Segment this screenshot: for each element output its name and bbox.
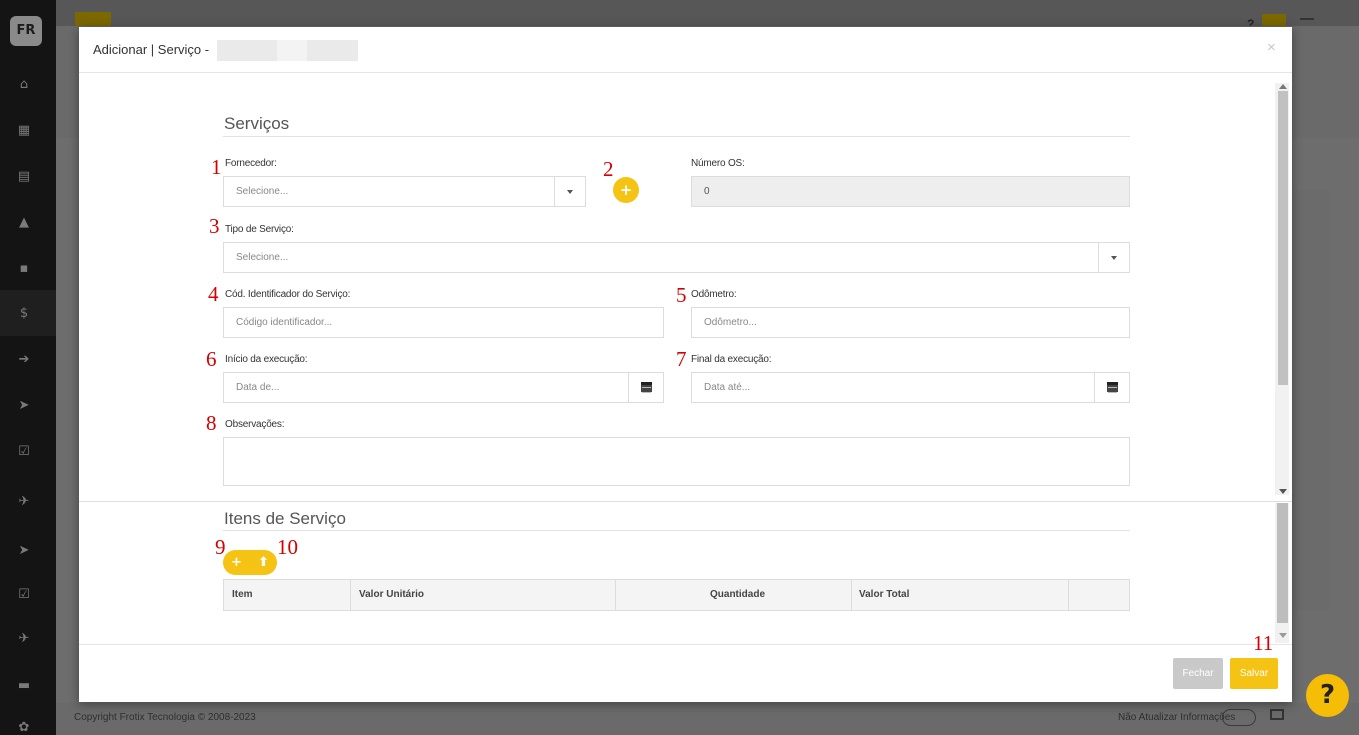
odometro-placeholder: Odômetro...	[704, 317, 757, 328]
date-picker-button[interactable]	[1094, 373, 1129, 402]
annotation-number: 2	[603, 157, 614, 181]
odometro-label: Odômetro:	[691, 289, 737, 300]
scroll-down-arrow-icon[interactable]	[1279, 489, 1287, 494]
table-header-item[interactable]: Item	[224, 580, 351, 610]
date-picker-button[interactable]	[628, 373, 663, 402]
add-service-modal: Adicionar | Serviço - × Serviços 1 Forne…	[79, 27, 1292, 702]
map-icon[interactable]: ▤	[14, 167, 34, 187]
fornecedor-placeholder: Selecione...	[236, 186, 289, 197]
final-execucao-input[interactable]: Data até...	[691, 372, 1130, 403]
monitor-icon	[1270, 709, 1284, 720]
rocket-icon-2[interactable]: ✈	[14, 629, 34, 649]
modal-footer-divider	[79, 644, 1292, 645]
save-button[interactable]: Salvar	[1230, 658, 1278, 689]
chevron-down-icon	[567, 190, 573, 194]
no-update-toggle	[1222, 709, 1256, 726]
numero-os-label: Número OS:	[691, 158, 745, 169]
tipo-servico-select[interactable]: Selecione...	[223, 242, 1130, 273]
cogs-icon[interactable]: ✿	[14, 718, 34, 735]
modal-header: Adicionar | Serviço - ×	[79, 27, 1292, 73]
tipo-servico-label: Tipo de Serviço:	[225, 224, 294, 235]
final-execucao-placeholder: Data até...	[704, 382, 751, 393]
truck-icon[interactable]: ▬	[14, 676, 34, 696]
inicio-execucao-input[interactable]: Data de...	[223, 372, 664, 403]
send-icon[interactable]: ➤	[14, 396, 34, 416]
check-square-icon[interactable]: ☑	[14, 442, 34, 462]
observacoes-textarea[interactable]	[223, 437, 1130, 486]
dropdown-toggle[interactable]	[1098, 243, 1129, 272]
final-execucao-label: Final da execução:	[691, 354, 772, 365]
numero-os-value: 0	[704, 186, 710, 197]
check-square-icon-2[interactable]: ☑	[14, 585, 34, 605]
home-icon[interactable]: ⌂	[14, 75, 34, 95]
dashboard-icon[interactable]: ▦	[14, 121, 34, 141]
inicio-execucao-placeholder: Data de...	[236, 382, 280, 393]
annotation-number: 1	[211, 155, 222, 179]
calendar-icon	[641, 382, 652, 393]
close-icon[interactable]: ×	[1267, 39, 1276, 56]
annotation-number: 6	[206, 347, 217, 371]
add-fornecedor-button[interactable]: +	[613, 177, 639, 203]
fornecedor-select[interactable]: Selecione...	[223, 176, 586, 207]
building-icon[interactable]: ▪	[14, 259, 34, 279]
scrollbar-thumb[interactable]	[1278, 91, 1288, 385]
help-button[interactable]: ?	[1306, 674, 1349, 717]
table-header-unit-value[interactable]: Valor Unitário	[351, 580, 616, 610]
cod-identificador-input[interactable]: Código identificador...	[223, 307, 664, 338]
section-title-services: Serviços	[224, 114, 290, 133]
app-logo[interactable]: FR	[10, 16, 42, 46]
annotation-number: 5	[676, 283, 687, 307]
table-header-actions	[1069, 580, 1130, 610]
scroll-up-arrow-icon[interactable]	[1279, 84, 1287, 89]
section-divider	[223, 136, 1130, 137]
no-update-label: Não Atualizar Informações	[1118, 712, 1236, 723]
annotation-number: 10	[277, 535, 298, 559]
upload-icon[interactable]: ⬆	[250, 550, 277, 575]
annotation-number: 3	[209, 214, 220, 238]
send-icon-2[interactable]: ➤	[14, 541, 34, 561]
numero-os-field: 0	[691, 176, 1130, 207]
table-header-total-value[interactable]: Valor Total	[852, 580, 1069, 610]
chevron-down-icon	[1111, 256, 1117, 260]
observacoes-label: Observações:	[225, 419, 285, 430]
modal-title: Adicionar | Serviço -	[93, 42, 210, 57]
sign-in-icon[interactable]: ➔	[14, 350, 34, 370]
warning-icon[interactable]: ▲	[14, 213, 34, 233]
redacted-title-part-2	[277, 40, 307, 61]
scroll-down-arrow-icon[interactable]	[1279, 633, 1287, 638]
annotation-number: 11	[1253, 631, 1274, 655]
dollar-icon[interactable]: $	[14, 304, 34, 324]
scrollbar-thumb-2[interactable]	[1277, 503, 1288, 623]
dropdown-toggle[interactable]	[554, 177, 585, 206]
rocket-icon[interactable]: ✈	[14, 492, 34, 512]
tipo-servico-placeholder: Selecione...	[236, 252, 289, 263]
cod-identificador-placeholder: Código identificador...	[236, 317, 333, 328]
fornecedor-label: Fornecedor:	[225, 158, 277, 169]
inicio-execucao-label: Início da execução:	[225, 354, 308, 365]
annotation-number: 4	[208, 282, 219, 306]
cod-identificador-label: Cód. Identificador do Serviço:	[225, 289, 351, 300]
section-title-items: Itens de Serviço	[224, 509, 346, 528]
background-list	[1290, 190, 1330, 610]
calendar-icon	[1107, 382, 1118, 393]
annotation-number: 7	[676, 347, 687, 371]
add-item-button[interactable]: +	[223, 550, 250, 575]
annotation-number: 8	[206, 411, 217, 435]
sidebar: FR ⌂ ▦ ▤ ▲ ▪ $ ➔ ➤ ☑ ✈ ➤ ☑ ✈ ▬ ✿	[0, 0, 56, 735]
table-header-quantity[interactable]: Quantidade	[616, 580, 852, 610]
top-bar-background	[56, 0, 1359, 26]
items-button-group: + ⬆	[223, 550, 277, 575]
section-split-divider	[79, 501, 1292, 502]
section-divider	[223, 530, 1130, 531]
version-badge	[1262, 14, 1286, 26]
odometro-input[interactable]: Odômetro...	[691, 307, 1130, 338]
copyright-text: Copyright Frotix Tecnologia © 2008-2023	[74, 712, 256, 723]
items-table: Item Valor Unitário Quantidade Valor Tot…	[223, 579, 1130, 611]
close-button[interactable]: Fechar	[1173, 658, 1223, 689]
